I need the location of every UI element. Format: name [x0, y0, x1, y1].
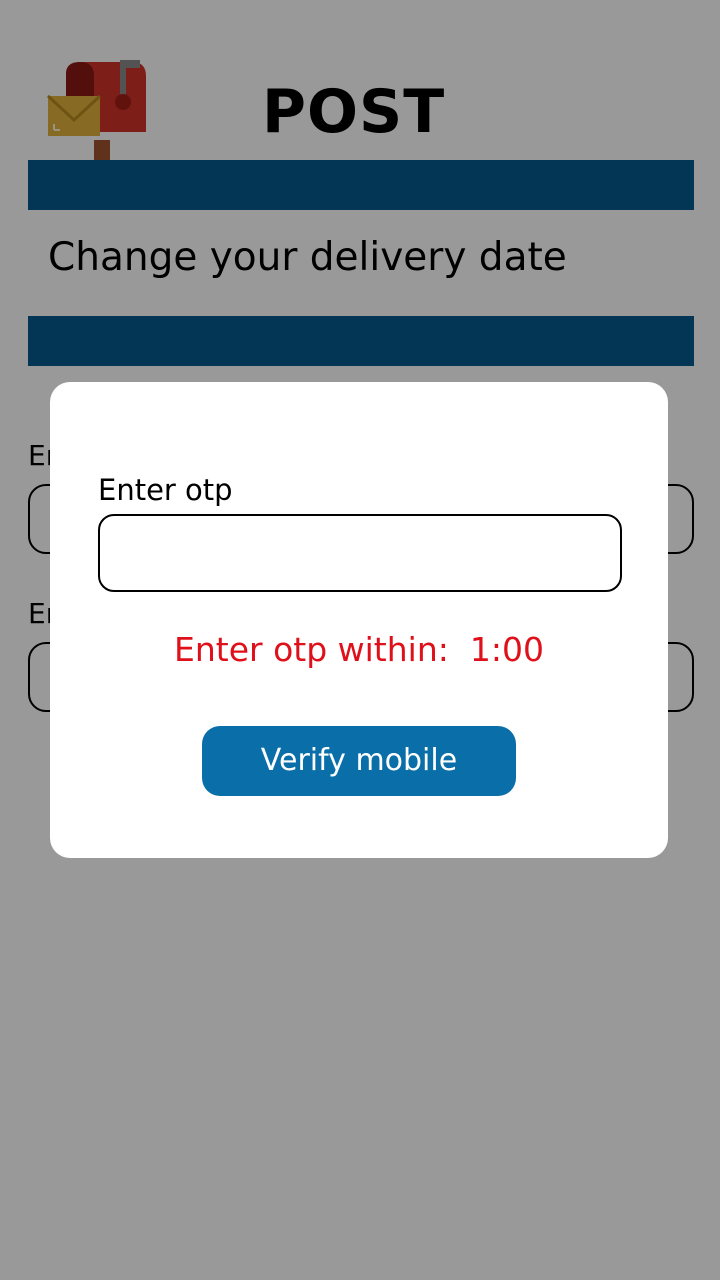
verify-mobile-button[interactable]: Verify mobile [202, 726, 516, 796]
otp-timer: Enter otp within: 1:00 [50, 628, 668, 672]
otp-input[interactable] [98, 514, 622, 592]
otp-dialog: Enter otp Enter otp within: 1:00 Verify … [50, 382, 668, 858]
otp-timer-value: 1:00 [469, 630, 544, 669]
otp-label: Enter otp [98, 473, 233, 507]
delivery-change-page: POST Change your delivery date En En Ent… [0, 0, 720, 1280]
otp-timer-label: Enter otp within: [174, 630, 449, 669]
